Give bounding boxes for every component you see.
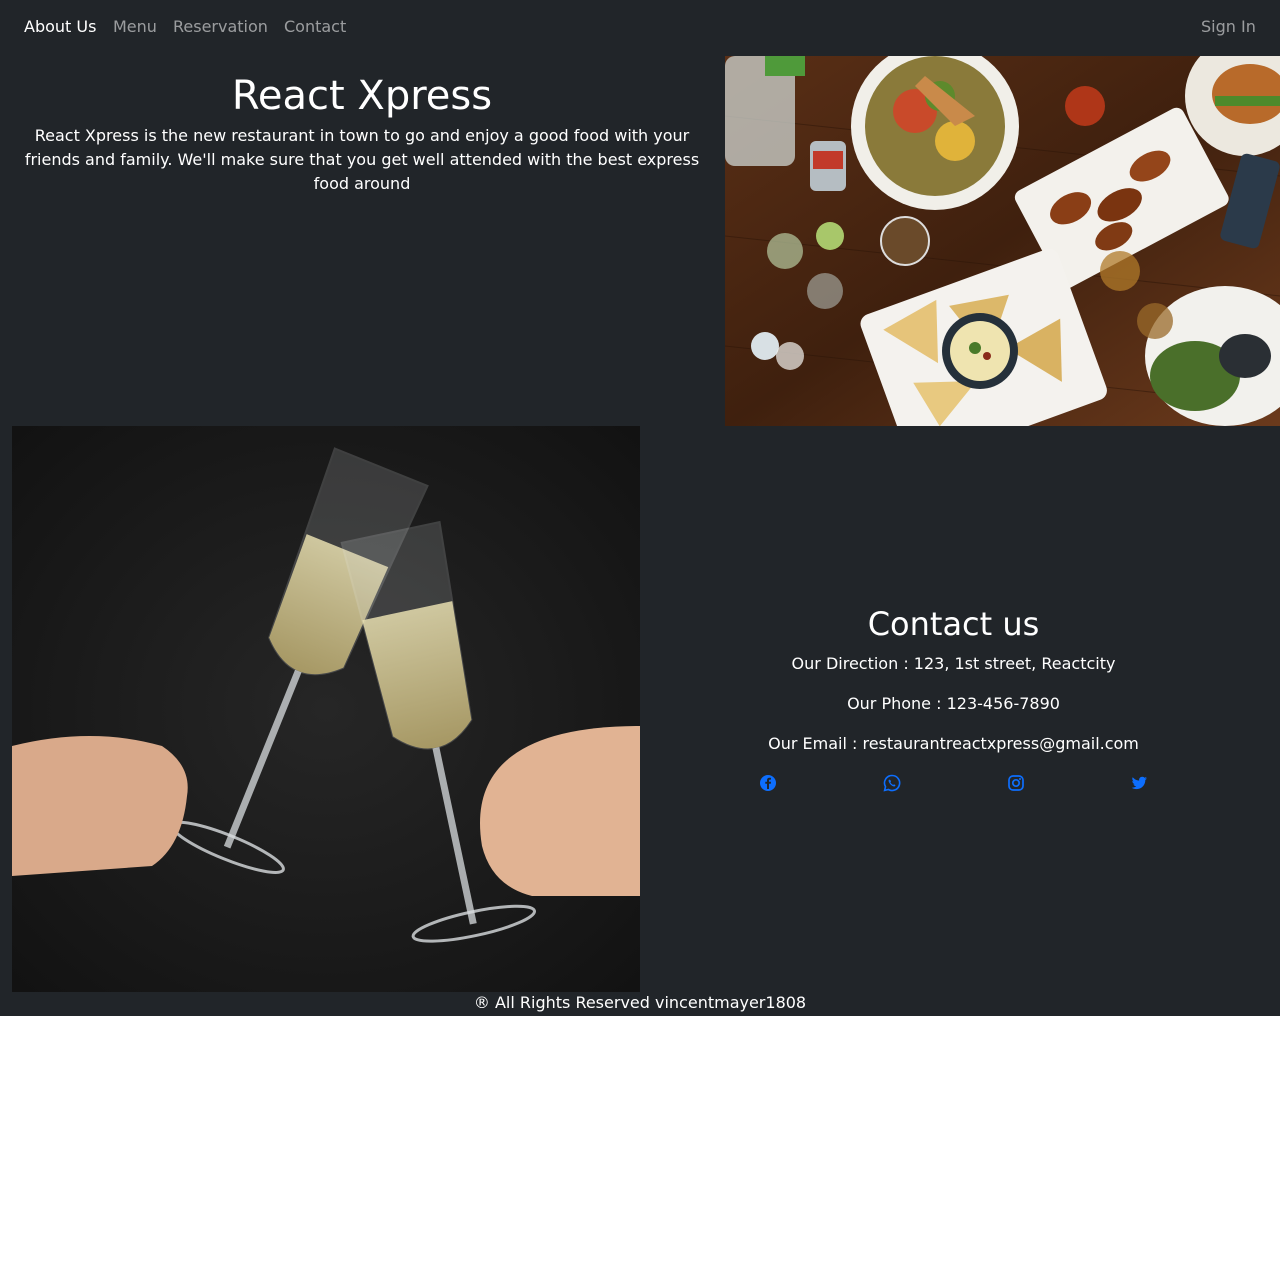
about-section: React Xpress React Xpress is the new res…	[12, 56, 712, 196]
restaurant-description: React Xpress is the new restaurant in to…	[24, 126, 700, 193]
instagram-icon[interactable]	[1006, 773, 1026, 793]
champagne-toast-image	[12, 426, 640, 992]
contact-section: Contact us Our Direction : 123, 1st stre…	[640, 600, 1267, 756]
food-spread-image	[725, 56, 1280, 426]
nav-menu[interactable]: Menu	[113, 17, 157, 37]
restaurant-title: React Xpress	[231, 73, 493, 119]
page: About Us Menu Reservation Contact Sign I…	[0, 0, 1280, 1016]
nav-contact[interactable]: Contact	[284, 17, 346, 37]
contact-phone: Our Phone : 123-456-7890	[847, 694, 1060, 713]
contact-direction: Our Direction : 123, 1st street, Reactci…	[791, 654, 1116, 673]
nav-reservation[interactable]: Reservation	[173, 17, 268, 37]
top-navbar: About Us Menu Reservation Contact Sign I…	[0, 0, 1280, 56]
sign-in-link[interactable]: Sign In	[1201, 17, 1256, 37]
facebook-icon[interactable]	[758, 773, 778, 793]
twitter-icon[interactable]	[1129, 773, 1149, 793]
whatsapp-icon[interactable]	[882, 773, 902, 793]
footer-copyright: ® All Rights Reserved vincentmayer1808	[473, 993, 807, 1012]
nav-about-us[interactable]: About Us	[24, 17, 96, 37]
contact-email: Our Email : restaurantreactxpress@gmail.…	[768, 734, 1139, 753]
contact-title: Contact us	[867, 605, 1040, 643]
